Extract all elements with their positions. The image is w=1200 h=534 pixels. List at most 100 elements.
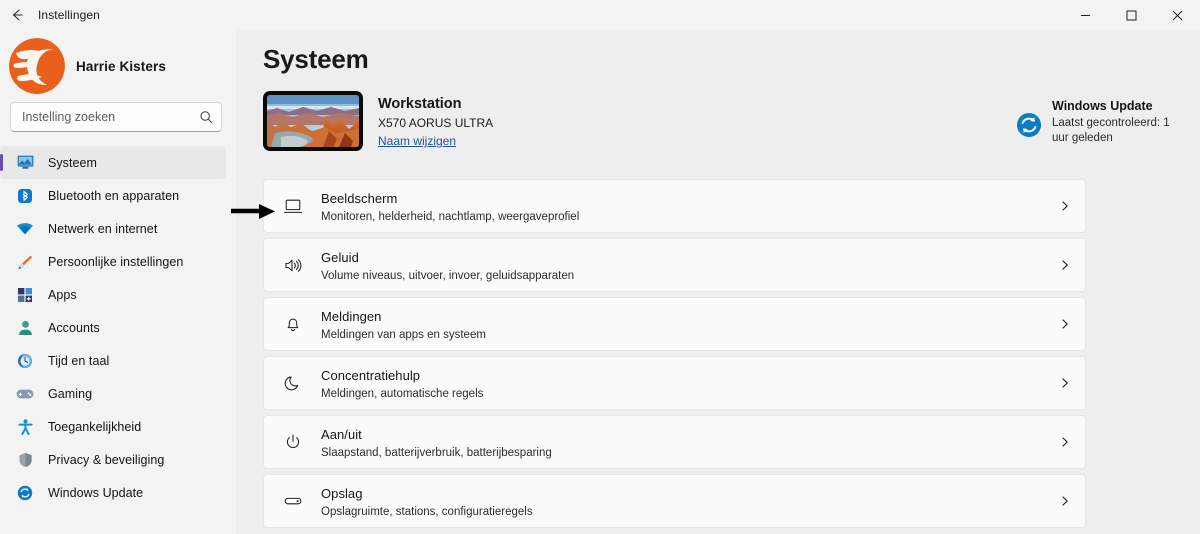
profile-section[interactable]: Harrie Kisters (0, 32, 236, 102)
minimize-icon (1080, 10, 1091, 21)
settings-item-title: Aan/uit (321, 426, 362, 442)
profile-name: Harrie Kisters (76, 58, 166, 74)
sidebar: Harrie Kisters Instelling zoeken Systeem… (0, 30, 236, 534)
avatar (8, 37, 66, 95)
windows-update-title: Windows Update (1052, 99, 1153, 113)
sidebar-item-apps[interactable]: Apps (0, 278, 226, 311)
window-title: Instellingen (38, 8, 100, 22)
settings-item-text: Geluid Volume niveaus, uitvoer, invoer, … (321, 249, 1059, 282)
sidebar-item-label: Gaming (48, 386, 93, 401)
settings-item-opslag[interactable]: Opslag Opslagruimte, stations, configura… (263, 474, 1086, 528)
sidebar-item-netwerk-en-internet[interactable]: Netwerk en internet (0, 212, 226, 245)
chevron-right-icon[interactable] (1059, 377, 1071, 389)
settings-item-subtitle: Slaapstand, batterijverbruik, batterijbe… (321, 446, 552, 459)
settings-item-text: Meldingen Meldingen van apps en systeem (321, 308, 1059, 341)
chevron-right-icon[interactable] (1059, 259, 1071, 271)
sidebar-item-tijd-en-taal[interactable]: Tijd en taal (0, 344, 226, 377)
settings-item-subtitle: Volume niveaus, uitvoer, invoer, geluids… (321, 269, 575, 282)
wifi-icon (14, 219, 36, 239)
user-avatar-logo (8, 37, 66, 95)
settings-item-meldingen[interactable]: Meldingen Meldingen van apps en systeem (263, 297, 1086, 351)
moon-icon (280, 374, 306, 392)
chevron-right-icon[interactable] (1059, 200, 1071, 212)
settings-item-title: Geluid (321, 249, 359, 265)
settings-item-text: Aan/uit Slaapstand, batterijverbruik, ba… (321, 426, 1059, 459)
settings-item-text: Opslag Opslagruimte, stations, configura… (321, 485, 1059, 518)
window-body: Harrie Kisters Instelling zoeken Systeem… (0, 30, 1200, 534)
sidebar-item-label: Toegankelijkheid (48, 419, 142, 434)
windows-update-icon (14, 483, 36, 503)
maximize-button[interactable] (1108, 0, 1154, 30)
sidebar-item-privacy-beveiliging[interactable]: Privacy & beveiliging (0, 443, 226, 476)
settings-item-title: Opslag (321, 485, 363, 501)
power-icon (280, 433, 306, 451)
search-section (0, 102, 236, 132)
chevron-right-icon[interactable] (1059, 495, 1071, 507)
sidebar-item-gaming[interactable]: Gaming (0, 377, 226, 410)
windows-update-status-card[interactable]: Windows Update Laatst gecontroleerd: 1 u… (1016, 99, 1186, 146)
settings-item-geluid[interactable]: Geluid Volume niveaus, uitvoer, invoer, … (263, 238, 1086, 292)
main-content: Systeem Workstation X570 AORUS ULTRA Naa… (236, 30, 1200, 534)
device-info: Workstation X570 AORUS ULTRA Naam wijzig… (378, 91, 493, 148)
settings-item-title: Beeldscherm (321, 190, 398, 206)
sidebar-item-label: Persoonlijke instellingen (48, 254, 184, 269)
rename-device-link[interactable]: Naam wijzigen (378, 134, 493, 148)
back-arrow-icon (9, 7, 25, 23)
title-bar: Instellingen (0, 0, 1200, 30)
settings-item-text: Concentratiehulp Meldingen, automatische… (321, 367, 1059, 400)
accessibility-icon (14, 417, 36, 437)
search-icon[interactable] (199, 110, 213, 124)
sidebar-item-label: Netwerk en internet (48, 221, 158, 236)
speaker-icon (280, 257, 306, 274)
settings-item-beeldscherm[interactable]: Beeldscherm Monitoren, helderheid, nacht… (263, 179, 1086, 233)
sidebar-item-label: Windows Update (48, 485, 144, 500)
sidebar-item-persoonlijke-instellingen[interactable]: Persoonlijke instellingen (0, 245, 226, 278)
search-input[interactable] (22, 110, 199, 124)
settings-item-title: Concentratiehulp (321, 367, 421, 383)
settings-item-subtitle: Meldingen van apps en systeem (321, 328, 486, 341)
sidebar-nav: Systeem Bluetooth en apparaten Netwerk e… (0, 146, 236, 534)
bluetooth-icon (14, 186, 36, 206)
device-model: X570 AORUS ULTRA (378, 116, 494, 130)
device-thumbnail (263, 91, 363, 151)
brush-icon (14, 252, 36, 272)
clock-globe-icon (14, 351, 36, 371)
search-box[interactable] (10, 102, 222, 132)
back-button[interactable] (0, 0, 34, 30)
sidebar-item-accounts[interactable]: Accounts (0, 311, 226, 344)
windows-update-text: Windows Update Laatst gecontroleerd: 1 u… (1052, 99, 1186, 146)
storage-drive-icon (280, 494, 306, 508)
maximize-icon (1126, 10, 1137, 21)
sidebar-item-toegankelijkheid[interactable]: Toegankelijkheid (0, 410, 226, 443)
settings-item-subtitle: Opslagruimte, stations, configuratierege… (321, 505, 533, 518)
windows-update-status: Laatst gecontroleerd: 1 uur geleden (1052, 117, 1170, 144)
settings-item-subtitle: Monitoren, helderheid, nachtlamp, weerga… (321, 210, 580, 223)
close-icon (1172, 10, 1183, 21)
sidebar-item-systeem[interactable]: Systeem (0, 146, 226, 179)
apps-grid-icon (14, 285, 36, 305)
settings-item-concentratiehulp[interactable]: Concentratiehulp Meldingen, automatische… (263, 356, 1086, 410)
sidebar-item-label: Accounts (48, 320, 100, 335)
bell-icon (280, 315, 306, 333)
sidebar-item-label: Systeem (48, 155, 97, 170)
sidebar-item-windows-update[interactable]: Windows Update (0, 476, 226, 509)
settings-window: Instellingen Harrie Kisters Instelling z… (0, 0, 1200, 534)
settings-item-subtitle: Meldingen, automatische regels (321, 387, 484, 400)
settings-item-aan-uit[interactable]: Aan/uit Slaapstand, batterijverbruik, ba… (263, 415, 1086, 469)
close-button[interactable] (1154, 0, 1200, 30)
sidebar-item-label: Bluetooth en apparaten (48, 188, 180, 203)
monitor-wallpaper-thumbnail (267, 95, 359, 147)
sidebar-item-label: Privacy & beveiliging (48, 452, 165, 467)
sidebar-item-bluetooth-en-apparaten[interactable]: Bluetooth en apparaten (0, 179, 226, 212)
minimize-button[interactable] (1062, 0, 1108, 30)
system-monitor-icon (14, 153, 36, 173)
windows-update-icon (1016, 112, 1042, 138)
sidebar-item-label: Apps (48, 287, 77, 302)
page-title: Systeem (263, 44, 369, 74)
shield-icon (14, 450, 36, 470)
account-person-icon (14, 318, 36, 338)
display-monitor-icon (280, 198, 306, 215)
chevron-right-icon[interactable] (1059, 318, 1071, 330)
chevron-right-icon[interactable] (1059, 436, 1071, 448)
settings-list: Beeldscherm Monitoren, helderheid, nacht… (263, 179, 1200, 528)
